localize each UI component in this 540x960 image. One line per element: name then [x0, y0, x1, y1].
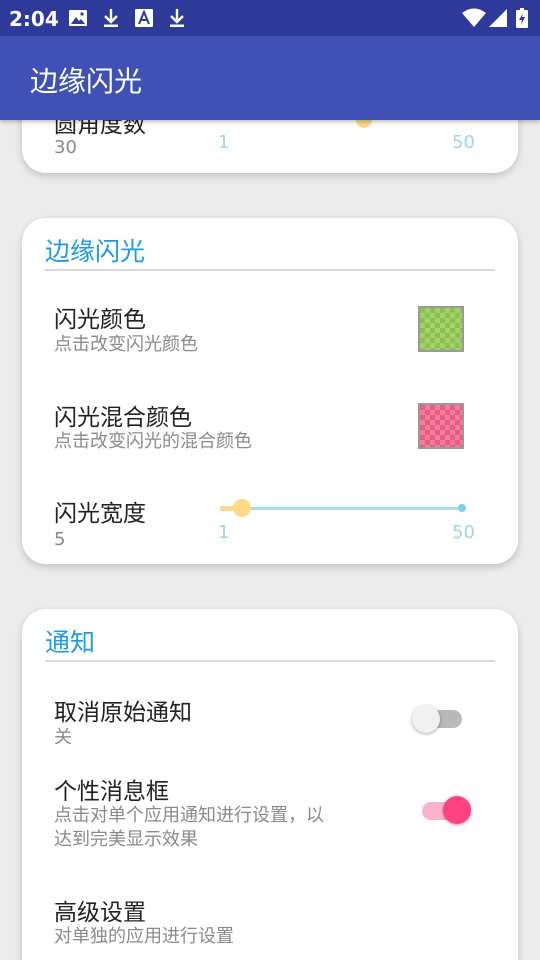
corner-radius-slider-max: 50 [452, 132, 475, 153]
app-title: 边缘闪光 [30, 65, 143, 98]
notification-header: 通知 [45, 628, 96, 657]
corner-radius-card: 圆角度数 30 1 50 [22, 120, 518, 173]
flash-width-slider-max: 50 [452, 522, 475, 543]
custom-box-subtitle-line1: 点击对单个应用通知进行设置，以 [54, 805, 324, 826]
download-icon [170, 9, 184, 27]
cancel-original-subtitle: 关 [54, 727, 72, 748]
wifi-icon [462, 8, 486, 27]
flash-width-slider-end-dot [458, 504, 466, 512]
flash-width-title: 闪光宽度 [54, 501, 146, 527]
corner-radius-value: 30 [54, 137, 77, 158]
settings-scroll[interactable]: 圆角度数 30 1 50 边缘闪光 闪光颜色 点击改变闪光颜色 闪光混合颜色 点… [0, 120, 540, 960]
status-bar: 2:04 [0, 0, 540, 36]
flash-color-subtitle: 点击改变闪光颜色 [54, 334, 198, 355]
custom-box-switch-thumb [443, 796, 471, 824]
image-icon [69, 10, 87, 26]
flash-color-swatch[interactable] [418, 306, 464, 352]
flash-color-title: 闪光颜色 [54, 307, 146, 333]
cell-signal-icon [489, 9, 507, 27]
flash-width-slider-min: 1 [218, 522, 230, 543]
flash-width-value: 5 [54, 529, 66, 550]
custom-box-subtitle-line2: 达到完美显示效果 [54, 829, 198, 850]
status-time: 2:04 [9, 7, 59, 31]
edge-flash-card: 边缘闪光 闪光颜色 点击改变闪光颜色 闪光混合颜色 点击改变闪光的混合颜色 闪光… [22, 218, 518, 564]
mix-color-swatch[interactable] [418, 403, 464, 449]
font-a-icon [135, 9, 153, 27]
advanced-settings-subtitle: 对单独的应用进行设置 [54, 926, 234, 947]
advanced-settings-title: 高级设置 [54, 900, 146, 926]
cancel-original-switch-thumb [412, 705, 440, 733]
edge-flash-divider [45, 269, 495, 271]
corner-radius-slider-thumb[interactable] [356, 120, 372, 128]
edge-flash-header: 边缘闪光 [45, 237, 146, 266]
app-bar: 边缘闪光 [0, 36, 540, 120]
cancel-original-title: 取消原始通知 [54, 700, 192, 726]
battery-icon [516, 8, 528, 28]
flash-width-slider-thumb[interactable] [233, 499, 251, 517]
notification-card: 通知 取消原始通知 关 个性消息框 点击对单个应用通知进行设置，以 达到完美显示… [22, 609, 518, 960]
flash-width-slider-track[interactable] [222, 507, 462, 510]
corner-radius-slider-min: 1 [218, 132, 230, 153]
custom-box-title: 个性消息框 [54, 779, 169, 805]
download-icon [104, 9, 118, 27]
notification-divider [45, 660, 495, 662]
mix-color-title: 闪光混合颜色 [54, 405, 192, 431]
mix-color-subtitle: 点击改变闪光的混合颜色 [54, 431, 252, 452]
